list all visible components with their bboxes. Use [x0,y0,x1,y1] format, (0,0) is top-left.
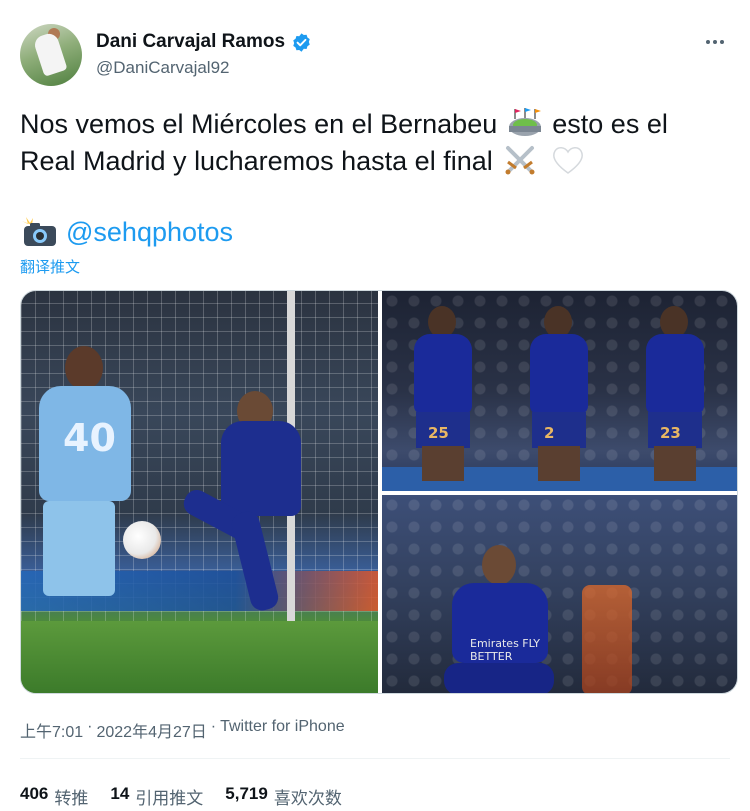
retweets-stat[interactable]: 406 转推 [20,784,88,809]
white-heart-icon [552,147,583,174]
meta-separator: · [210,718,217,735]
user-handle[interactable]: @DaniCarvajal92 [96,58,230,78]
pitch [21,621,378,693]
player-number: 2 [544,424,555,442]
media-grid: 40 25 2 23 Emirates FLY BETTER [20,290,738,694]
verified-badge-icon [293,32,310,52]
player-23: 23 [638,306,710,481]
player-25: 25 [406,306,478,481]
city-player: 40 [29,346,141,616]
camera-flash-icon [22,217,56,246]
engagement-stats: 406 转推 14 引用推文 5,719 喜欢次数 [20,784,342,809]
photo-2[interactable]: 25 2 23 [382,291,737,491]
divider [20,758,730,759]
crouching-player: Emirates FLY BETTER [444,545,554,693]
orange-figure [582,585,632,693]
city-player-number: 40 [63,416,116,460]
shirt-sponsor: Emirates FLY BETTER [470,637,541,663]
crowd [382,495,737,693]
likes-count: 5,719 [225,784,268,803]
stadium-icon [508,108,541,136]
name-row: Dani Carvajal Ramos [96,31,312,53]
more-options-icon[interactable] [700,32,730,52]
tweet-source[interactable]: Twitter for iPhone [220,718,345,742]
football [123,521,161,559]
player-number: 25 [428,424,449,442]
display-name[interactable]: Dani Carvajal Ramos [96,31,285,53]
likes-stat[interactable]: 5,719 喜欢次数 [225,784,342,809]
crossed-swords-icon [505,146,535,175]
player-number: 23 [660,424,681,442]
quotes-label: 引用推文 [135,789,204,808]
tweet-text: Nos vemos el Miércoles en el Bernabeu es… [20,106,730,180]
photo-credit: @sehqphotos [20,214,233,250]
tweet-time[interactable]: 上午7:01 [20,718,83,742]
retweets-label: 转推 [54,789,89,808]
photo-3[interactable]: Emirates FLY BETTER [382,495,737,693]
avatar-figure [32,31,68,77]
likes-label: 喜欢次数 [273,789,342,808]
tweet-date[interactable]: 2022年4月27日 [96,718,206,742]
quotes-stat[interactable]: 14 引用推文 [110,784,203,809]
tweet-card: Dani Carvajal Ramos @DaniCarvajal92 Nos … [0,0,750,811]
madrid-player-kicking [171,391,351,621]
meta-separator: · [87,718,93,735]
photo-1[interactable]: 40 [21,291,378,693]
player-2: 2 [522,306,594,481]
tweet-header: Dani Carvajal Ramos @DaniCarvajal92 [20,24,730,86]
tweet-metadata: 上午7:01 · 2022年4月27日 · Twitter for iPhone [20,718,345,742]
credit-mention-link[interactable]: @sehqphotos [66,217,233,248]
translate-tweet-link[interactable]: 翻译推文 [20,256,80,277]
retweets-count: 406 [20,784,49,803]
quotes-count: 14 [110,784,130,803]
avatar[interactable] [20,24,82,86]
tweet-text-part1: Nos vemos el Miércoles en el Bernabeu [20,109,498,139]
